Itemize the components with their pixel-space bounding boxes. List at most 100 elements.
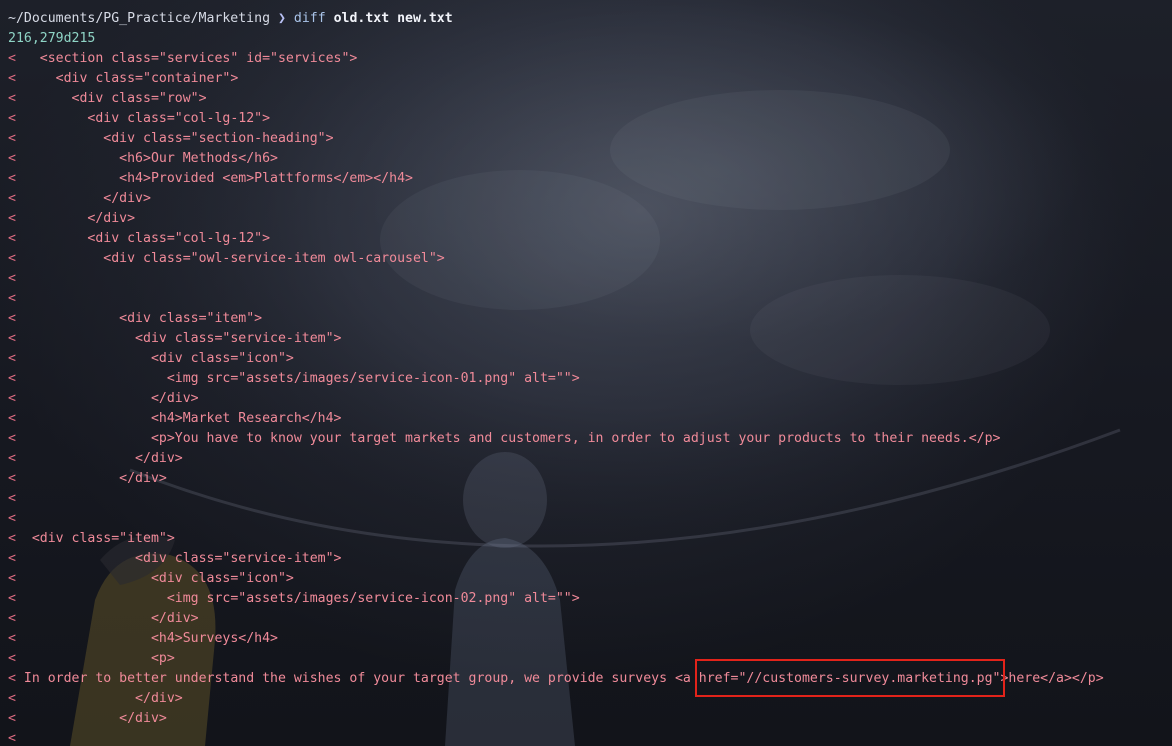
diff-removed-marker: < [8,111,16,126]
diff-line-text: <div class="row"> [23,91,207,106]
diff-removed-marker: < [8,311,16,326]
diff-line-text: <div class="col-lg-12"> [23,111,271,126]
diff-line: < [8,269,1172,289]
diff-line-text: <div class="icon"> [23,571,294,586]
diff-line: < [8,289,1172,309]
diff-removed-marker: < [8,411,16,426]
diff-line-text: <div class="item"> [23,531,175,546]
diff-line: < <div class="col-lg-12"> [8,229,1172,249]
diff-line: < </div> [8,449,1172,469]
diff-removed-marker: < [8,211,16,226]
diff-line: < </div> [8,189,1172,209]
diff-removed-marker: < [8,551,16,566]
diff-line: < </div> [8,609,1172,629]
diff-line: < </div> [8,389,1172,409]
diff-removed-marker: < [8,531,16,546]
diff-removed-marker: < [8,51,16,66]
diff-line: < <div class="col-lg-12"> [8,109,1172,129]
diff-removed-marker: < [8,171,16,186]
diff-line: < [8,729,1172,746]
diff-removed-marker: < [8,671,16,686]
command-args: old.txt new.txt [333,11,453,26]
diff-line-text: </div> [23,691,183,706]
diff-line: < </div> [8,209,1172,229]
diff-line: < <h4>Market Research</h4> [8,409,1172,429]
diff-line: < <h4>Surveys</h4> [8,629,1172,649]
href-highlight-box [695,659,1005,697]
diff-removed-marker: < [8,371,16,386]
diff-removed-marker: < [8,591,16,606]
diff-line: < <div class="service-item"> [8,549,1172,569]
diff-line: < <div class="item"> [8,529,1172,549]
diff-removed-marker: < [8,131,16,146]
diff-hunk-header: 216,279d215 [8,31,96,46]
diff-line: < <div class="icon"> [8,349,1172,369]
diff-removed-marker: < [8,291,16,306]
diff-line-text: <h4>Surveys</h4> [23,631,278,646]
diff-line: < <div class="owl-service-item owl-carou… [8,249,1172,269]
diff-line-text: <div class="col-lg-12"> [23,231,271,246]
diff-line-text: <p> [23,651,175,666]
diff-line: < <div class="service-item"> [8,329,1172,349]
diff-line-text: <div class="item"> [23,311,263,326]
terminal-output: ~/Documents/PG_Practice/Marketing ❯ diff… [8,9,1172,746]
diff-line: < [8,509,1172,529]
diff-line-text: <div class="icon"> [23,351,294,366]
diff-line-text: </div> [23,391,199,406]
diff-removed-marker: < [8,91,16,106]
diff-removed-marker: < [8,571,16,586]
diff-removed-marker: < [8,691,16,706]
diff-removed-marker: < [8,71,16,86]
diff-line-text: <p>You have to know your target markets … [23,431,1001,446]
diff-line: < <div class="row"> [8,89,1172,109]
diff-line: < [8,489,1172,509]
diff-line-text: </div> [23,451,183,466]
diff-line-text: <section class="services" id="services"> [23,51,358,66]
diff-line: < </div> [8,709,1172,729]
diff-line: < <h6>Our Methods</h6> [8,149,1172,169]
diff-line-text: <h4>Provided <em>Plattforms</em></h4> [23,171,413,186]
diff-line: < </div> [8,469,1172,489]
diff-removed-marker: < [8,251,16,266]
diff-line-text: <div class="service-item"> [23,331,342,346]
diff-removed-marker: < [8,331,16,346]
diff-line-text: <div class="container"> [23,71,239,86]
diff-line-text: </div> [23,211,136,226]
diff-removed-marker: < [8,491,16,506]
prompt-path: ~/Documents/PG_Practice/Marketing [8,11,271,26]
diff-removed-marker: < [8,391,16,406]
diff-removed-marker: < [8,631,16,646]
diff-removed-marker: < [8,191,16,206]
diff-line: < <div class="icon"> [8,569,1172,589]
diff-line-text: </div> [23,471,167,486]
diff-line-text: <h6>Our Methods</h6> [23,151,278,166]
diff-removed-marker: < [8,451,16,466]
diff-line: < <p>You have to know your target market… [8,429,1172,449]
terminal-window[interactable]: ~/Documents/PG_Practice/Marketing ❯ diff… [0,0,1172,746]
command-name: diff [293,11,326,26]
prompt-arrow-icon: ❯ [277,11,286,26]
diff-removed-marker: < [8,271,16,286]
diff-line-text: </div> [23,711,167,726]
diff-line: < <div class="item"> [8,309,1172,329]
diff-removed-marker: < [8,511,16,526]
diff-removed-marker: < [8,351,16,366]
diff-line: < <section class="services" id="services… [8,49,1172,69]
diff-removed-marker: < [8,471,16,486]
diff-line: < <div class="container"> [8,69,1172,89]
diff-removed-marker: < [8,151,16,166]
diff-removed-marker: < [8,711,16,726]
diff-removed-marker: < [8,231,16,246]
diff-line-text: <div class="section-heading"> [23,131,334,146]
prompt-line: ~/Documents/PG_Practice/Marketing ❯ diff… [8,9,1172,29]
diff-line: < <img src="assets/images/service-icon-0… [8,369,1172,389]
diff-line: < <img src="assets/images/service-icon-0… [8,589,1172,609]
diff-line-text: <img src="assets/images/service-icon-01.… [23,371,580,386]
diff-line-text: <h4>Market Research</h4> [23,411,342,426]
diff-line: < <div class="section-heading"> [8,129,1172,149]
diff-line-text: </div> [23,191,151,206]
diff-removed-marker: < [8,651,16,666]
diff-line-text: </div> [23,611,199,626]
diff-removed-marker: < [8,431,16,446]
diff-line-text: <div class="service-item"> [23,551,342,566]
